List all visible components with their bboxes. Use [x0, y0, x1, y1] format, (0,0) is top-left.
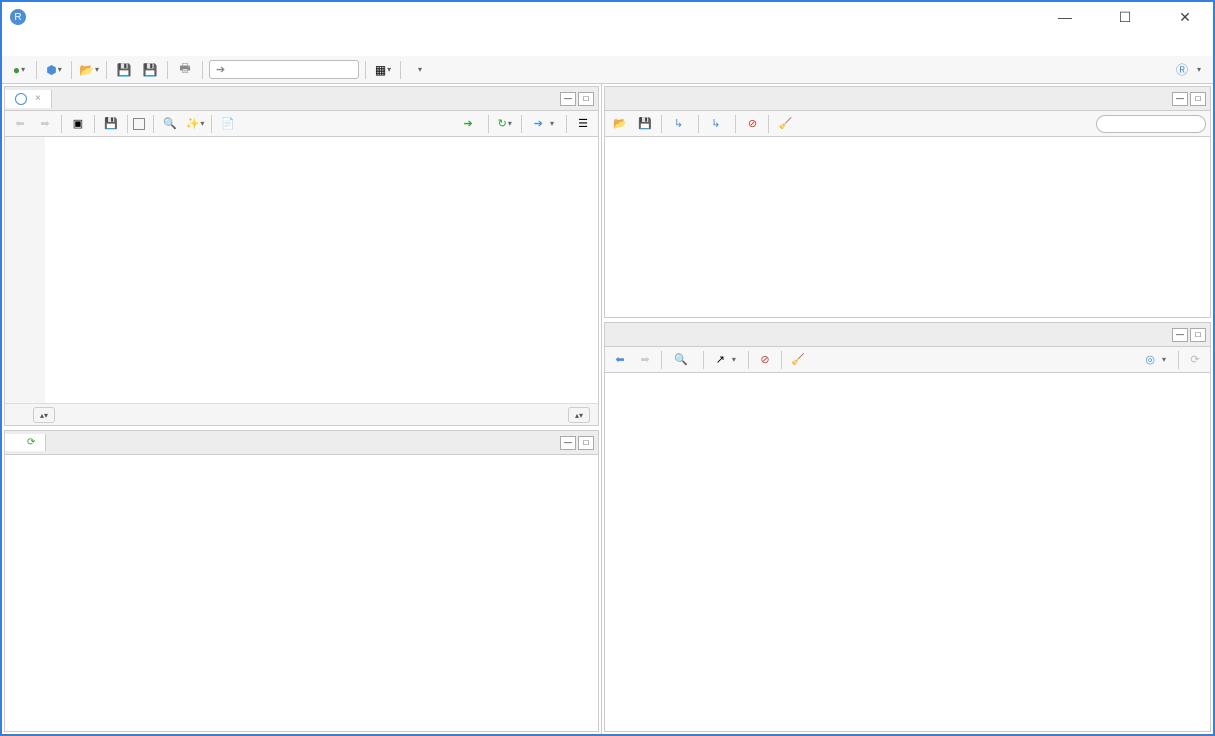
new-project-icon[interactable]: ⬢▾ [43, 59, 65, 81]
close-tab-icon[interactable]: × [35, 93, 41, 104]
code-editor[interactable] [5, 137, 598, 403]
r-file-icon [15, 93, 27, 105]
find-icon[interactable]: 🔍 [159, 113, 181, 135]
source-button[interactable]: ➔▾ [527, 114, 561, 133]
save-history-icon[interactable]: 💾 [634, 113, 656, 135]
load-history-icon[interactable]: 📂 [609, 113, 631, 135]
next-plot-icon[interactable]: ➡ [634, 349, 656, 371]
sync-icon[interactable]: ⟳ [27, 437, 35, 448]
refresh-plot-icon[interactable]: ⟳ [1184, 349, 1206, 371]
app-icon: R [10, 9, 26, 25]
maximize-plots-button[interactable]: □ [1190, 328, 1206, 342]
print-icon[interactable]: 🖶 [174, 59, 196, 81]
save-file-icon[interactable]: 💾 [100, 113, 122, 135]
new-file-icon[interactable]: ●▾ [8, 59, 30, 81]
menubar [2, 32, 1213, 56]
run-button[interactable]: ➔ [457, 114, 483, 133]
main-toolbar: ●▾ ⬢▾ 📂▾ 💾 💾 🖶 ➔ ▦▾ ▾ Ⓡ ▾ [2, 56, 1213, 84]
export-icon: ↗ [716, 353, 725, 366]
zoom-icon: 🔍 [674, 353, 688, 366]
goto-file-function-input[interactable]: ➔ [209, 60, 359, 79]
run-arrow-icon: ➔ [464, 117, 473, 130]
to-source-button[interactable]: ↳ [704, 114, 730, 133]
console-tab[interactable]: ⟳ [5, 434, 46, 451]
compile-report-icon[interactable]: 📄 [217, 113, 239, 135]
outline-icon[interactable]: ☰ [572, 113, 594, 135]
minimize-console-button[interactable]: — [560, 436, 576, 450]
scope-indicator[interactable]: ▴▾ [33, 407, 55, 423]
minimize-button[interactable]: — [1045, 3, 1085, 31]
source-pane: × — □ ⬅ ➡ ▣ 💾 [4, 86, 599, 426]
arrow-right-icon: ➔ [216, 63, 225, 76]
plot-legend [1096, 550, 1206, 554]
previous-plot-icon[interactable]: ⬅ [609, 349, 631, 371]
history-search-input[interactable] [1096, 115, 1206, 133]
maximize-env-button[interactable]: □ [1190, 92, 1206, 106]
forward-icon[interactable]: ➡ [34, 113, 56, 135]
density-plot [609, 377, 1096, 727]
open-file-icon[interactable]: 📂▾ [78, 59, 100, 81]
source-tab-code-r[interactable]: × [5, 90, 52, 108]
publish-button[interactable]: ◎▾ [1138, 350, 1173, 369]
show-in-new-window-icon[interactable]: ▣ [67, 113, 89, 135]
maximize-console-button[interactable]: □ [578, 436, 594, 450]
minimize-env-button[interactable]: — [1172, 92, 1188, 106]
back-icon[interactable]: ⬅ [9, 113, 31, 135]
plot-display [605, 373, 1210, 731]
environment-history-pane: — □ 📂 💾 ↳ ↳ ⊘ 🧹 [604, 86, 1211, 318]
remove-entry-icon[interactable]: ⊘ [741, 113, 763, 135]
history-list[interactable] [605, 137, 1210, 317]
zoom-button[interactable]: 🔍 [667, 350, 698, 369]
console-pane: ⟳ — □ [4, 430, 599, 732]
rstudio-window: R — ☐ ✕ ●▾ ⬢▾ 📂▾ 💾 💾 🖶 ➔ ▦▾ ▾ Ⓡ ▾ [0, 0, 1215, 736]
maximize-pane-button[interactable]: □ [578, 92, 594, 106]
grid-icon[interactable]: ▦▾ [372, 59, 394, 81]
file-type-indicator[interactable]: ▴▾ [568, 407, 590, 423]
publish-icon: ◎ [1145, 353, 1155, 366]
save-all-icon[interactable]: 💾 [139, 59, 161, 81]
wand-icon[interactable]: ✨▾ [184, 113, 206, 135]
addins-dropdown[interactable]: ▾ [407, 62, 429, 77]
to-console-button[interactable]: ↳ [667, 114, 693, 133]
source-arrow-icon: ➔ [534, 117, 543, 130]
r-icon: Ⓡ [1176, 61, 1188, 78]
remove-plot-icon[interactable]: ⊘ [754, 349, 776, 371]
minimize-pane-button[interactable]: — [560, 92, 576, 106]
project-selector[interactable]: Ⓡ ▾ [1170, 59, 1207, 80]
maximize-button[interactable]: ☐ [1105, 3, 1145, 31]
rerun-icon[interactable]: ↻▾ [494, 113, 516, 135]
source-on-save-checkbox[interactable] [133, 118, 148, 130]
clear-history-icon[interactable]: 🧹 [774, 113, 796, 135]
console-output[interactable] [5, 455, 598, 731]
close-button[interactable]: ✕ [1165, 3, 1205, 31]
to-console-icon: ↳ [674, 117, 683, 130]
clear-plots-icon[interactable]: 🧹 [787, 349, 809, 371]
to-source-icon: ↳ [711, 117, 720, 130]
titlebar: R — ☐ ✕ [2, 2, 1213, 32]
save-icon[interactable]: 💾 [113, 59, 135, 81]
plots-pane: — □ ⬅ ➡ 🔍 ↗▾ ⊘ 🧹 ◎▾ [604, 322, 1211, 732]
export-button[interactable]: ↗▾ [709, 350, 743, 369]
minimize-plots-button[interactable]: — [1172, 328, 1188, 342]
